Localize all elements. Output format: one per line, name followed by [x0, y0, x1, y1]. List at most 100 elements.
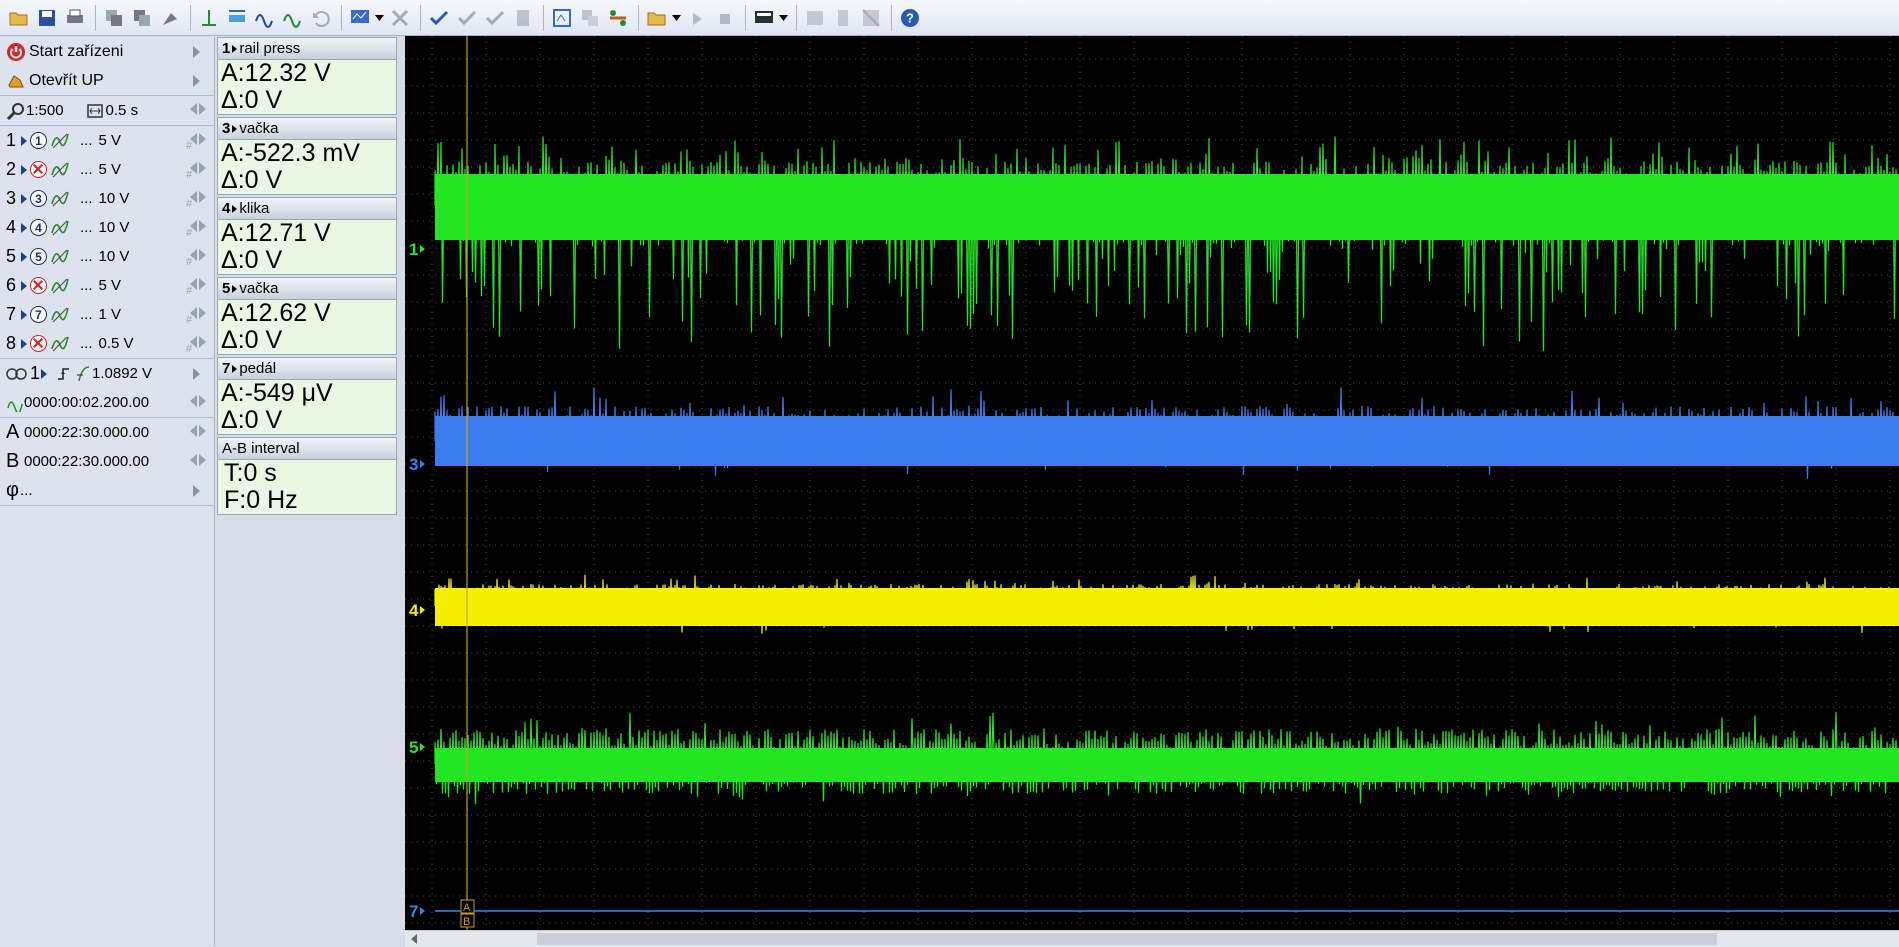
screen-icon[interactable]: [347, 5, 373, 31]
channel-on-icon[interactable]: 7: [30, 306, 47, 323]
help-icon[interactable]: ?: [897, 5, 923, 31]
ghost-a-icon[interactable]: [802, 5, 828, 31]
doc-icon[interactable]: [510, 5, 536, 31]
step-arrows[interactable]: #: [186, 249, 206, 268]
open-folder-icon[interactable]: [6, 5, 32, 31]
measurement-name: vačka: [239, 120, 279, 137]
channel-row-6[interactable]: 6... 5 V #: [0, 271, 214, 300]
step-arrows[interactable]: [190, 103, 206, 115]
toolbar-separator: [341, 4, 342, 31]
coupling-icon[interactable]: [50, 219, 70, 237]
measurement-box-4[interactable]: 4 klika A:12.71 V Δ:0 V: [217, 197, 397, 275]
measurement-box-3[interactable]: 3 vačka A:-522.3 mV Δ:0 V: [217, 117, 397, 195]
compare-icon[interactable]: [577, 5, 603, 31]
wave-a-icon[interactable]: [252, 5, 278, 31]
trace-4-marker: 4: [409, 601, 419, 620]
ghost-c-icon[interactable]: [858, 5, 884, 31]
scope-canvas[interactable]: 1 3 4 5 7 AB: [405, 36, 1899, 930]
open-up-button[interactable]: Otevřít UP: [0, 66, 214, 95]
paste-icon[interactable]: [129, 5, 155, 31]
channel-on-icon[interactable]: 4: [30, 219, 47, 236]
coupling-icon[interactable]: [50, 190, 70, 208]
step-arrows[interactable]: #: [186, 336, 206, 355]
zoom-icon[interactable]: [549, 5, 575, 31]
cursor-b-row[interactable]: B 0000:22:30.000.00: [0, 447, 214, 476]
check-icon[interactable]: [426, 5, 452, 31]
trigger-row[interactable]: 1 1.0892 V: [0, 359, 214, 388]
cursor-a-row[interactable]: A 0000:22:30.000.00: [0, 418, 214, 447]
cursor-icon[interactable]: [196, 5, 222, 31]
measurement-box-7[interactable]: 7 pedál A:-549 μV Δ:0 V: [217, 357, 397, 435]
step-arrows[interactable]: #: [186, 220, 206, 239]
measurement-panel: 1 rail press A:12.32 V Δ:0 V 3 vačka A:-522.3 …: [217, 37, 397, 517]
close-x-icon[interactable]: [387, 5, 413, 31]
play-icon[interactable]: [684, 5, 710, 31]
coupling-icon[interactable]: [50, 335, 70, 353]
check-double-icon[interactable]: [454, 5, 480, 31]
check-triple-icon[interactable]: [482, 5, 508, 31]
measurement-box-5[interactable]: 5 vačka A:12.62 V Δ:0 V: [217, 277, 397, 355]
step-arrows[interactable]: [190, 425, 206, 437]
phase-row[interactable]: φ ...: [0, 476, 214, 505]
display-icon[interactable]: [751, 5, 777, 31]
pretrigger-row[interactable]: 0000:00:02.200.00: [0, 388, 214, 417]
ruler-icon[interactable]: [224, 5, 250, 31]
undo-icon[interactable]: [308, 5, 334, 31]
channel-row-5[interactable]: 5 5... 10 V #: [0, 242, 214, 271]
chevron-down-icon[interactable]: [375, 5, 384, 31]
channel-row-3[interactable]: 3 3... 10 V #: [0, 184, 214, 213]
step-arrows[interactable]: #: [186, 162, 206, 181]
channel-row-8[interactable]: 8... 0.5 V #: [0, 329, 214, 358]
channel-row-4[interactable]: 4 4... 10 V #: [0, 213, 214, 242]
save-icon[interactable]: [34, 5, 60, 31]
channel-dots: ...: [80, 190, 93, 207]
measurement-box-1[interactable]: 1 rail press A:12.32 V Δ:0 V: [217, 37, 397, 115]
toolbar: ?: [0, 0, 1899, 36]
copy-icon[interactable]: [101, 5, 127, 31]
start-device-button[interactable]: Start zařízeni: [0, 37, 214, 66]
zoom-timebase-row[interactable]: 1:500 0.5 s: [0, 96, 214, 125]
channel-on-icon[interactable]: 1: [30, 132, 47, 149]
step-arrows[interactable]: #: [186, 133, 206, 152]
coupling-icon[interactable]: [50, 132, 70, 150]
stop-icon[interactable]: [712, 5, 738, 31]
step-arrows[interactable]: [190, 395, 206, 407]
coupling-icon[interactable]: [50, 306, 70, 324]
tool-icon[interactable]: [157, 5, 183, 31]
folder-open-icon[interactable]: [644, 5, 670, 31]
trigger-level: 1.0892 V: [92, 365, 153, 382]
transfer-icon[interactable]: [605, 5, 631, 31]
step-arrows[interactable]: #: [186, 307, 206, 326]
step-arrows[interactable]: [190, 454, 206, 466]
coupling-icon[interactable]: [50, 161, 70, 179]
chevron-down-icon[interactable]: [672, 5, 681, 31]
channel-dots: ...: [80, 335, 93, 352]
channel-off-icon[interactable]: [30, 161, 47, 178]
channel-on-icon[interactable]: 3: [30, 190, 47, 207]
trigger-level-icon: [77, 365, 90, 381]
interval-box[interactable]: A-B interval T:0 s F:0 Hz: [217, 437, 397, 515]
coupling-icon[interactable]: [50, 248, 70, 266]
channel-off-icon[interactable]: [30, 277, 47, 294]
channel-range: 0.5 V: [98, 335, 134, 352]
channel-row-1[interactable]: 1 1... 5 V #: [0, 126, 214, 155]
trace-1-line: [434, 136, 1899, 352]
ghost-b-icon[interactable]: [830, 5, 856, 31]
channel-row-7[interactable]: 7 7... 1 V #: [0, 300, 214, 329]
measurement-a-value: A:-549 μV: [221, 379, 333, 407]
scroll-left-icon[interactable]: [411, 934, 417, 944]
wave-b-icon[interactable]: [280, 5, 306, 31]
print-icon[interactable]: [62, 5, 88, 31]
channel-row-2[interactable]: 2... 5 V #: [0, 155, 214, 184]
step-arrows[interactable]: #: [186, 278, 206, 297]
scrollbar-thumb[interactable]: [537, 933, 1717, 945]
chevron-down-icon[interactable]: [779, 5, 788, 31]
channel-dots: ...: [80, 161, 93, 178]
coupling-icon[interactable]: [50, 277, 70, 295]
channel-on-icon[interactable]: 5: [30, 248, 47, 265]
cursor-a-time: 0000:22:30.000.00: [24, 424, 150, 441]
step-arrows[interactable]: #: [186, 191, 206, 210]
oscilloscope-display[interactable]: 1 3 4 5 7 AB: [405, 36, 1899, 930]
horizontal-scrollbar[interactable]: [405, 930, 1899, 947]
channel-off-icon[interactable]: [30, 335, 47, 352]
